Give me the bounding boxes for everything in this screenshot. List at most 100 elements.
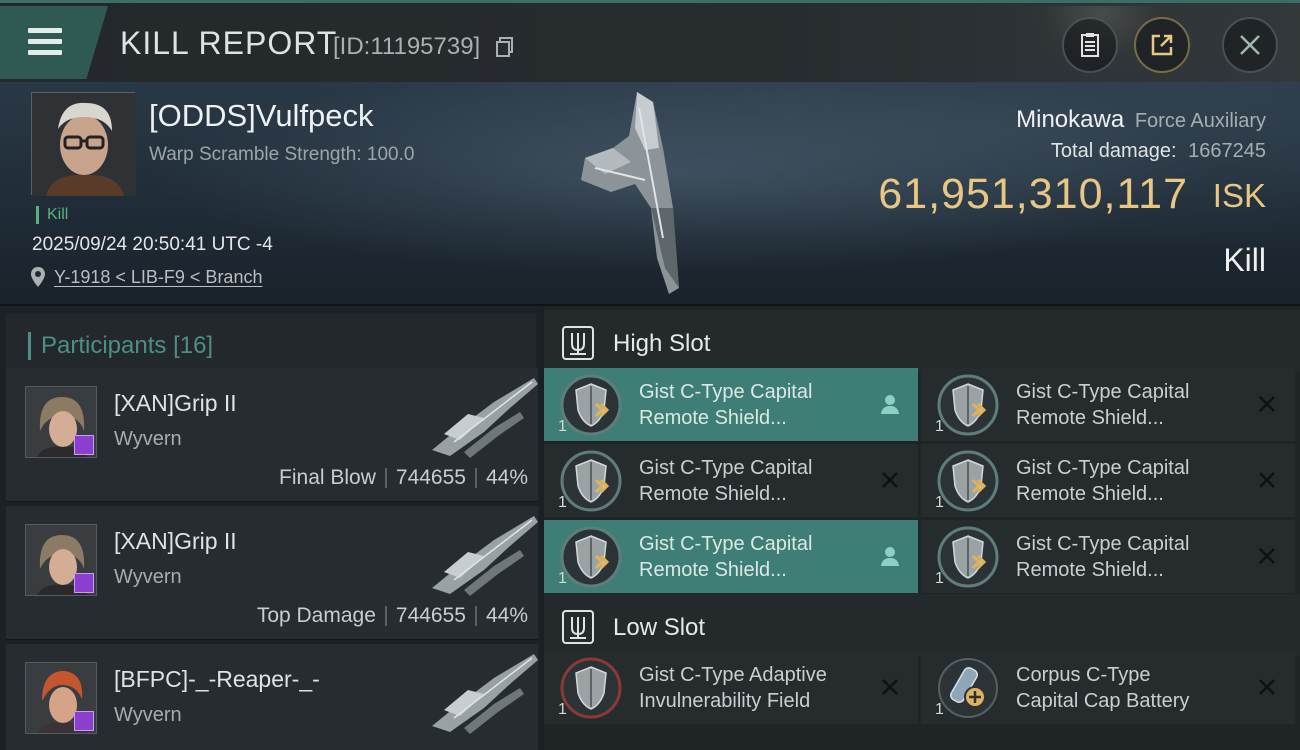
module-tile[interactable]: 1 Gist C-Type Capital Remote Shield... bbox=[544, 444, 918, 517]
participant-name[interactable]: [XAN]Grip II bbox=[114, 528, 237, 555]
module-tile[interactable]: 1 Gist C-Type Capital Remote Shield... bbox=[921, 444, 1295, 517]
participant-avatar bbox=[25, 524, 97, 596]
ship-class-text: Force Auxiliary bbox=[1134, 110, 1266, 132]
x-icon bbox=[882, 472, 898, 488]
module-tile[interactable]: 1 Gist C-Type Capital Remote Shield... bbox=[921, 368, 1295, 441]
participants-title: Participants [16] bbox=[28, 332, 213, 360]
high-slot-title: High Slot bbox=[613, 330, 711, 357]
location-link[interactable]: Y-1918 < LIB-F9 < Branch bbox=[54, 267, 262, 288]
module-name-line1: Gist C-Type Capital bbox=[639, 457, 813, 479]
module-tile[interactable]: 1 Gist C-Type Adaptive Invulnerability Fie… bbox=[544, 651, 918, 724]
module-name: Gist C-Type Capital Remote Shield... bbox=[639, 379, 869, 431]
close-icon bbox=[1240, 35, 1260, 55]
participant-percent: 44% bbox=[485, 466, 528, 489]
victim-portrait[interactable] bbox=[31, 92, 136, 196]
module-name-line2: Invulnerability Field bbox=[639, 690, 811, 712]
participant-card[interactable]: [BFPC]-_-Reaper-_- Wyvern bbox=[6, 644, 538, 750]
module-name-line2: Remote Shield... bbox=[1016, 559, 1164, 581]
module-quantity: 1 bbox=[935, 701, 944, 718]
menu-button[interactable] bbox=[0, 6, 108, 79]
slot-fork-icon bbox=[562, 326, 594, 360]
victim-banner: [ODDS]Vulfpeck Warp Scramble Strength: 1… bbox=[0, 82, 1300, 306]
participant-name[interactable]: [XAN]Grip II bbox=[114, 390, 237, 417]
module-name: Gist C-Type Capital Remote Shield... bbox=[1016, 455, 1246, 507]
total-damage: Total damage: 1667245 bbox=[1051, 140, 1266, 163]
module-quantity: 1 bbox=[558, 570, 567, 587]
kill-id: [ID:11195739] bbox=[333, 33, 481, 60]
participants-count: [16] bbox=[173, 332, 214, 359]
share-icon bbox=[1151, 34, 1173, 56]
fitting-panel: High Slot 1 Gist C-Type Capital Remote Shi… bbox=[544, 306, 1300, 750]
module-name: Corpus C-Type Capital Cap Battery bbox=[1016, 662, 1246, 714]
pilot-badge-icon bbox=[74, 573, 94, 593]
participant-ship: Wyvern bbox=[114, 566, 182, 588]
isk-value: 61,951,310,117 bbox=[878, 170, 1188, 218]
module-quantity: 1 bbox=[935, 418, 944, 435]
victim-name[interactable]: [ODDS]Vulfpeck bbox=[149, 98, 374, 134]
module-name: Gist C-Type Capital Remote Shield... bbox=[639, 455, 869, 507]
kill-location[interactable]: Y-1918 < LIB-F9 < Branch bbox=[30, 266, 262, 288]
participant-card[interactable]: [XAN]Grip II Wyvern Top Damage 744655 44% bbox=[6, 506, 538, 640]
x-icon bbox=[1259, 472, 1275, 488]
participants-label: Participants bbox=[41, 332, 167, 359]
low-slot-header: Low Slot bbox=[544, 594, 1300, 656]
module-name-line2: Remote Shield... bbox=[1016, 483, 1164, 505]
victim-ship-image[interactable] bbox=[575, 88, 695, 298]
participant-damage: 744655 bbox=[395, 604, 466, 627]
page-title: KILL REPORT bbox=[120, 25, 338, 61]
module-name-line2: Remote Shield... bbox=[1016, 407, 1164, 429]
user-icon bbox=[881, 395, 899, 414]
victim-detail: Warp Scramble Strength: 100.0 bbox=[149, 144, 415, 165]
close-button[interactable] bbox=[1222, 17, 1278, 73]
copy-icon[interactable] bbox=[496, 37, 514, 57]
low-slot-title: Low Slot bbox=[613, 614, 706, 641]
participant-stats: Top Damage 744655 44% bbox=[257, 604, 528, 628]
module-icon bbox=[560, 657, 622, 719]
participant-card[interactable]: [XAN]Grip II Wyvern Final Blow 744655 44% bbox=[6, 368, 538, 502]
report-button[interactable] bbox=[1062, 17, 1118, 73]
participants-panel: Participants [16] [XAN]Grip II Wyvern Fi… bbox=[0, 306, 540, 750]
participant-avatar bbox=[25, 386, 97, 458]
module-name-line1: Gist C-Type Adaptive bbox=[639, 664, 827, 686]
share-button[interactable] bbox=[1134, 17, 1190, 73]
module-name-line1: Gist C-Type Capital bbox=[1016, 457, 1190, 479]
kill-tag: Kill bbox=[36, 206, 68, 224]
module-name: Gist C-Type Capital Remote Shield... bbox=[639, 531, 869, 583]
module-name-line1: Gist C-Type Capital bbox=[1016, 381, 1190, 403]
module-name-line2: Remote Shield... bbox=[639, 407, 787, 429]
participant-name[interactable]: [BFPC]-_-Reaper-_- bbox=[114, 666, 320, 693]
participant-role: Top Damage bbox=[256, 604, 376, 627]
module-name-line1: Gist C-Type Capital bbox=[639, 533, 813, 555]
x-icon bbox=[1259, 396, 1275, 412]
module-name-line2: Remote Shield... bbox=[639, 559, 787, 581]
module-tile[interactable]: 1 Gist C-Type Capital Remote Shield... bbox=[544, 520, 918, 593]
module-icon bbox=[937, 374, 999, 436]
module-icon bbox=[560, 374, 622, 436]
module-icon bbox=[937, 450, 999, 512]
participant-damage: 744655 bbox=[395, 466, 466, 489]
participant-ship-image bbox=[432, 378, 538, 458]
module-quantity: 1 bbox=[558, 701, 567, 718]
module-icon bbox=[937, 526, 999, 588]
module-icon bbox=[560, 450, 622, 512]
high-slot-header: High Slot bbox=[544, 310, 1300, 372]
module-name-line2: Remote Shield... bbox=[639, 483, 787, 505]
kill-timestamp: 2025/09/24 20:50:41 UTC -4 bbox=[32, 234, 273, 255]
participant-ship-image bbox=[432, 654, 538, 734]
victim-ship-name[interactable]: Minokawa Force Auxiliary bbox=[1016, 106, 1266, 134]
module-tile[interactable]: 1 Gist C-Type Capital Remote Shield... bbox=[921, 520, 1295, 593]
x-icon bbox=[1259, 548, 1275, 564]
user-icon bbox=[881, 547, 899, 566]
ship-name-text: Minokawa bbox=[1016, 106, 1125, 133]
module-tile[interactable]: 1 Corpus C-Type Capital Cap Battery bbox=[921, 651, 1295, 724]
hamburger-icon bbox=[28, 28, 62, 56]
x-icon bbox=[1259, 679, 1275, 695]
module-tile[interactable]: 1 Gist C-Type Capital Remote Shield... bbox=[544, 368, 918, 441]
location-pin-icon bbox=[31, 267, 45, 287]
module-name: Gist C-Type Adaptive Invulnerability Fiel… bbox=[639, 662, 869, 714]
module-quantity: 1 bbox=[935, 570, 944, 587]
module-name-line1: Gist C-Type Capital bbox=[639, 381, 813, 403]
participant-ship-image bbox=[432, 516, 538, 596]
module-quantity: 1 bbox=[558, 418, 567, 435]
participant-ship: Wyvern bbox=[114, 428, 182, 450]
